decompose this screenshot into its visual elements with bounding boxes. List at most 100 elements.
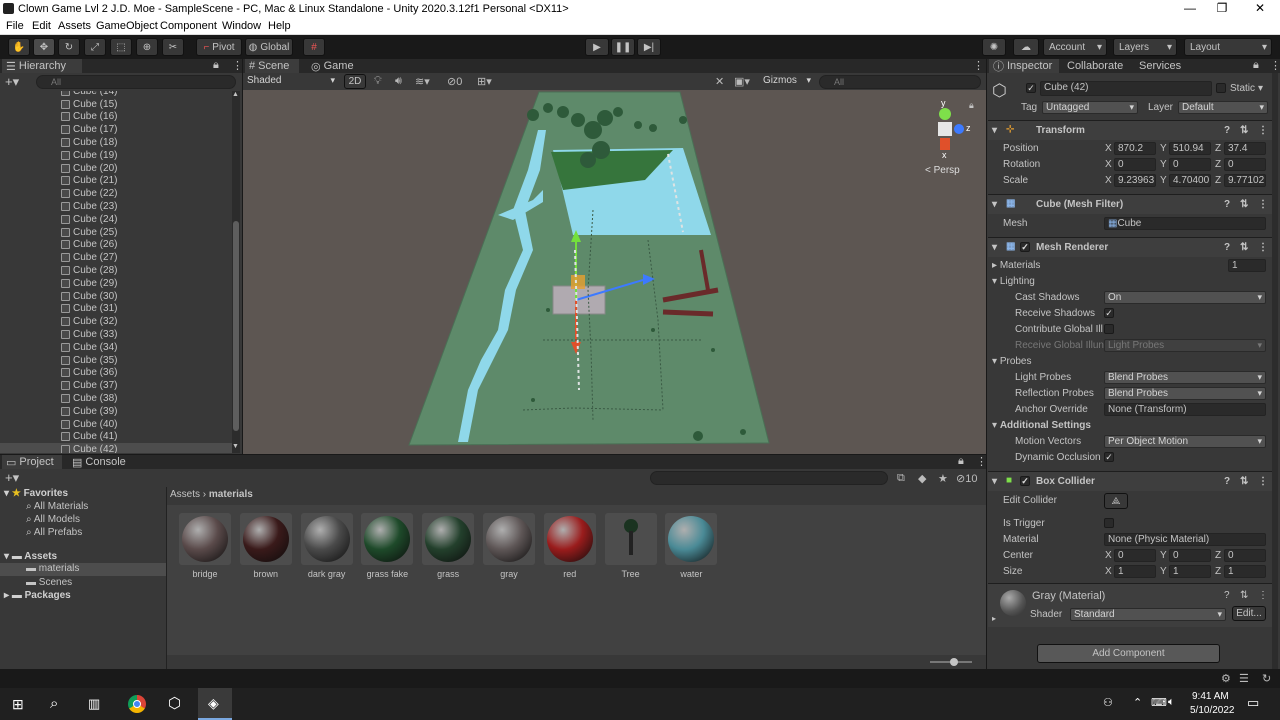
bug-icon[interactable]: ⚙ <box>1221 672 1231 685</box>
anchor-override-field[interactable]: None (Transform) <box>1104 403 1266 416</box>
material-asset[interactable] <box>422 513 475 565</box>
pivot-button[interactable]: ⌐ Pivot <box>196 38 242 56</box>
tab-collaborate[interactable]: Collaborate <box>1063 59 1133 73</box>
mesh-filter-header[interactable]: ▾ ▦ Cube (Mesh Filter) ? ⇅ ⋮ <box>988 194 1272 214</box>
grid-icon[interactable]: ⊞▾ <box>477 75 492 88</box>
tab-hierarchy[interactable]: ☰ Hierarchy <box>2 59 82 73</box>
hierarchy-item[interactable]: Cube (16) <box>0 111 232 124</box>
dynamic-occlusion-checkbox[interactable]: ✓ <box>1104 452 1114 462</box>
shading-dropdown[interactable]: Shaded <box>244 75 338 88</box>
scale-z-field[interactable]: 9.77102 <box>1224 174 1266 187</box>
audio-icon[interactable]: 🔊︎ <box>395 75 402 88</box>
tab-services[interactable]: Services <box>1135 59 1195 73</box>
transform-tool-button[interactable]: ⊕ <box>136 38 158 56</box>
menu-dots-icon[interactable]: ⋮ <box>1258 590 1268 601</box>
windows-start-icon[interactable]: ⊞ <box>12 696 24 713</box>
preset-icon[interactable]: ⇅ <box>1240 125 1248 136</box>
scene-viewport[interactable]: y z x < Persp 🔒︎ <box>243 90 986 454</box>
inspector-scrollbar[interactable] <box>1272 73 1278 669</box>
assets-folder[interactable]: ▾ ▬ Assets <box>4 551 57 562</box>
asset-size-slider[interactable] <box>930 658 972 666</box>
hierarchy-item[interactable]: Cube (24) <box>0 213 232 226</box>
hierarchy-item[interactable]: Cube (33) <box>0 328 232 341</box>
static-checkbox[interactable] <box>1216 83 1226 93</box>
lock-icon[interactable]: 🔒︎ <box>1253 59 1259 72</box>
menu-dots-icon[interactable]: ⋮ <box>976 455 987 468</box>
menu-dots-icon[interactable]: ⋮ <box>973 59 984 72</box>
tools-icon[interactable]: ✕ <box>715 75 724 88</box>
maximize-icon[interactable]: ❐ <box>1204 1 1240 15</box>
preset-icon[interactable]: ⇅ <box>1240 476 1248 487</box>
foldout-icon[interactable]: ▸ <box>992 614 996 623</box>
preset-icon[interactable]: ⇅ <box>1240 199 1248 210</box>
size-z-field[interactable]: 1 <box>1224 565 1266 578</box>
material-asset[interactable] <box>300 513 353 565</box>
unity-hub-taskbar-icon[interactable]: ⬡ <box>168 694 181 712</box>
hierarchy-item[interactable]: Cube (40) <box>0 418 232 431</box>
hierarchy-item[interactable]: Cube (18) <box>0 136 232 149</box>
hierarchy-item[interactable]: Cube (15) <box>0 98 232 111</box>
menu-component[interactable]: Component <box>160 20 217 32</box>
position-z-field[interactable]: 37.4 <box>1224 142 1266 155</box>
filter-type-icon[interactable]: ⧉ <box>897 472 905 485</box>
hierarchy-item[interactable]: Cube (41) <box>0 431 232 444</box>
minimize-icon[interactable]: — <box>1172 1 1208 15</box>
step-button[interactable]: ▶| <box>637 38 661 56</box>
menu-dots-icon[interactable]: ⋮ <box>1258 125 1268 136</box>
help-icon[interactable]: ? <box>1224 125 1230 136</box>
menu-dots-icon[interactable]: ⋮ <box>232 59 243 72</box>
preset-icon[interactable]: ⇅ <box>1240 590 1248 601</box>
material-asset[interactable] <box>483 513 535 565</box>
label-icon[interactable]: ◆ <box>918 472 926 485</box>
shader-edit-button[interactable]: Edit... <box>1232 606 1266 621</box>
hierarchy-item[interactable]: Cube (29) <box>0 277 232 290</box>
additional-settings-foldout[interactable]: ▾ Additional Settings <box>992 420 1091 431</box>
chevron-up-icon[interactable]: ⌃ <box>1133 696 1142 709</box>
hierarchy-item[interactable]: Cube (31) <box>0 303 232 316</box>
rotation-y-field[interactable]: 0 <box>1169 158 1211 171</box>
menu-help[interactable]: Help <box>268 20 291 32</box>
menu-gameobject[interactable]: GameObject <box>96 20 158 32</box>
search-icon[interactable]: ⌕ <box>50 695 58 712</box>
packages-folder[interactable]: ▸ ▬ Packages <box>4 590 71 601</box>
scroll-down-icon[interactable]: ▼ <box>232 443 239 450</box>
scale-x-field[interactable]: 9.23963 <box>1114 174 1156 187</box>
unity-editor-taskbar-icon[interactable]: ◈ <box>198 688 232 720</box>
hidden-objects-icon[interactable]: ⊘0 <box>447 75 462 88</box>
size-x-field[interactable]: 1 <box>1114 565 1156 578</box>
shader-dropdown[interactable]: Standard <box>1070 608 1226 621</box>
favorite-all-prefabs[interactable]: ⌕ All Prefabs <box>26 527 82 538</box>
position-x-field[interactable]: 870.2 <box>1114 142 1156 155</box>
hierarchy-item[interactable]: Cube (19) <box>0 149 232 162</box>
tab-console[interactable]: ▤ Console <box>68 455 128 469</box>
hierarchy-item[interactable]: Cube (21) <box>0 175 232 188</box>
hierarchy-item[interactable]: Cube (22) <box>0 187 232 200</box>
menu-window[interactable]: Window <box>222 20 261 32</box>
is-trigger-checkbox[interactable] <box>1104 518 1114 528</box>
mesh-renderer-enabled-checkbox[interactable]: ✓ <box>1020 242 1030 252</box>
breadcrumb-assets[interactable]: Assets <box>170 489 200 500</box>
add-component-button[interactable]: Add Component <box>1037 644 1220 663</box>
hierarchy-item[interactable]: Cube (28) <box>0 264 232 277</box>
tab-project[interactable]: ▭ Project <box>2 455 62 469</box>
tab-game[interactable]: ◎ Game <box>307 59 361 73</box>
physic-material-field[interactable]: None (Physic Material) <box>1104 533 1266 546</box>
transform-header[interactable]: ▾ ⊹ Transform ? ⇅ ⋮ <box>988 120 1272 140</box>
hierarchy-item[interactable]: Cube (26) <box>0 239 232 252</box>
preset-icon[interactable]: ⇅ <box>1240 242 1248 253</box>
center-x-field[interactable]: 0 <box>1114 549 1156 562</box>
center-z-field[interactable]: 0 <box>1224 549 1266 562</box>
materials-foldout[interactable]: ▸ Materials <box>992 260 1040 271</box>
hidden-packages-icon[interactable]: ⊘10 <box>956 472 977 485</box>
hierarchy-scrollbar[interactable]: ▲ ▼ <box>232 91 240 453</box>
star-icon[interactable]: ★ <box>938 472 948 485</box>
add-icon[interactable]: +▾ <box>5 470 19 486</box>
hierarchy-item[interactable]: Cube (27) <box>0 251 232 264</box>
pause-button[interactable]: ❚❚ <box>611 38 635 56</box>
tab-inspector[interactable]: ⓘ Inspector <box>989 59 1059 73</box>
static-label[interactable]: Static <box>1230 83 1255 94</box>
hierarchy-scroll-thumb[interactable] <box>233 221 239 431</box>
tag-dropdown[interactable]: Untagged <box>1042 101 1138 114</box>
scene-search-input[interactable]: All <box>819 75 981 89</box>
hand-tool-button[interactable]: ✋ <box>8 38 30 56</box>
